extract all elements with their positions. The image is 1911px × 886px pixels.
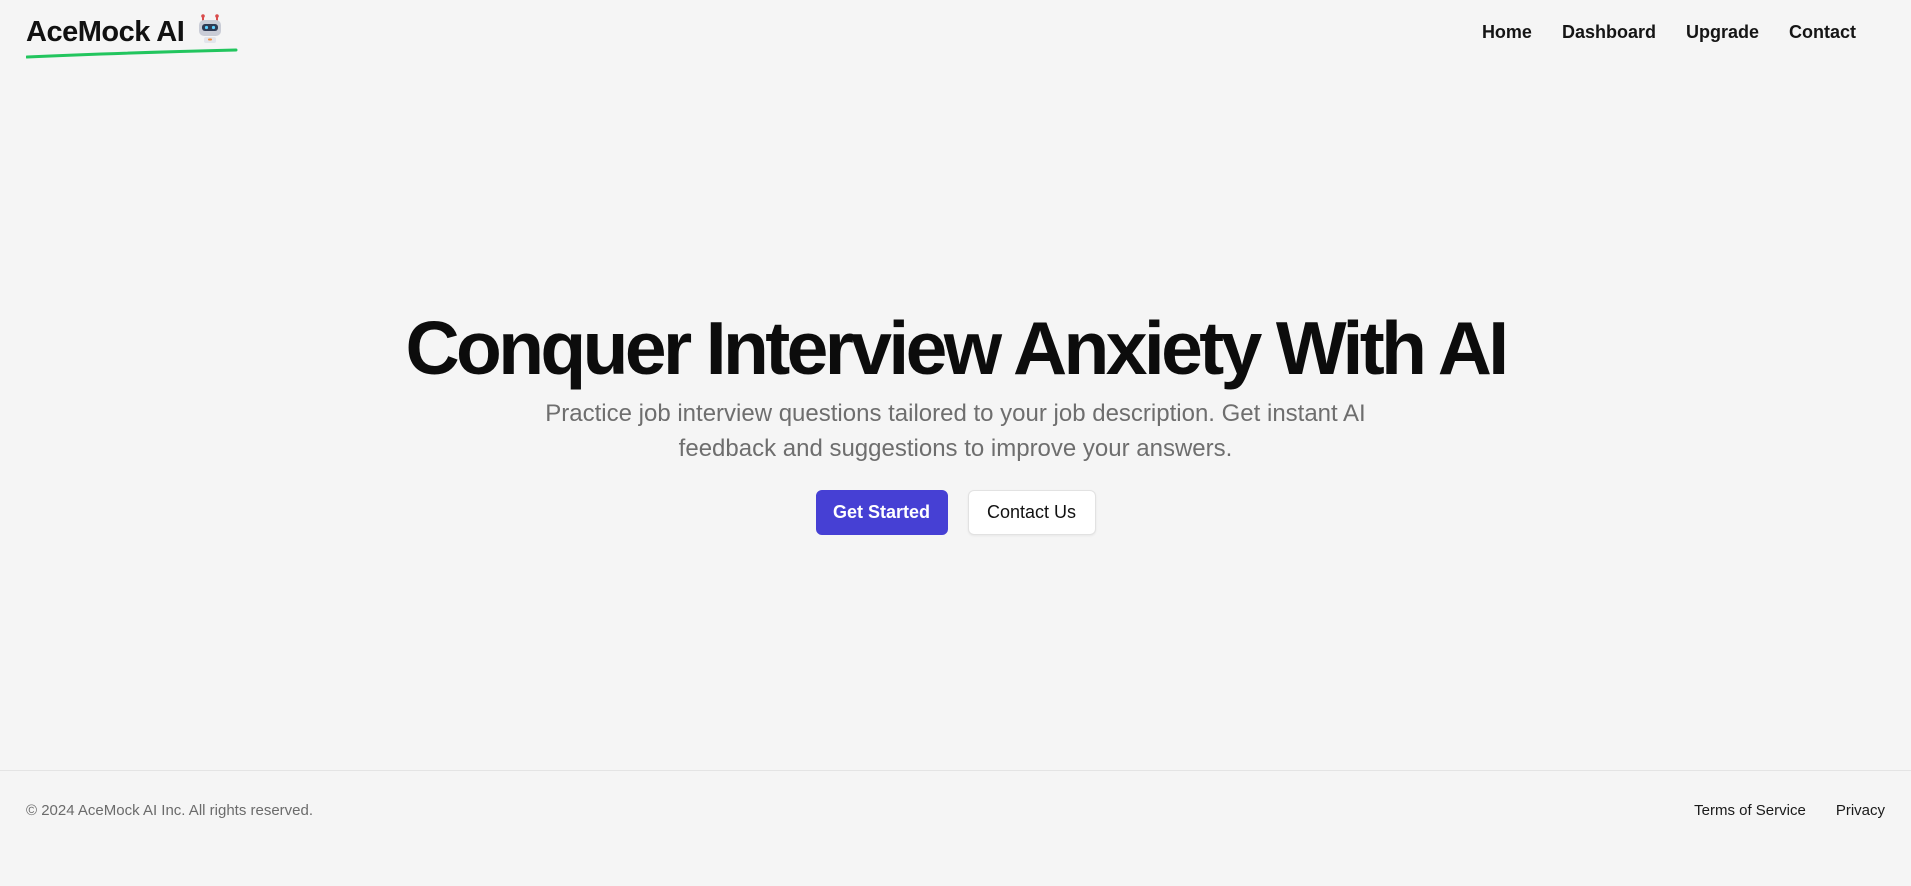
get-started-button[interactable]: Get Started [815,490,948,535]
hero-title: Conquer Interview Anxiety With AI [405,306,1509,390]
robot-icon [199,14,222,43]
privacy-link[interactable]: Privacy [1836,801,1885,821]
site-footer: © 2024 AceMock AI Inc. All rights reserv… [0,770,1911,886]
copyright-text: © 2024 AceMock AI Inc. All rights reserv… [26,802,314,819]
logo-link[interactable]: AceMock AI [26,12,238,59]
terms-of-service-link[interactable]: Terms of Service [1694,801,1806,821]
hero-subtitle: Practice job interview questions tailore… [545,400,1366,462]
hero-actions: Get Started Contact Us [0,490,1911,535]
hero-section: Conquer Interview Anxiety With AI Practi… [0,300,1911,535]
footer-links: Terms of Service Privacy [1694,801,1885,821]
main-nav: Home Dashboard Upgrade Contact [1482,20,1856,44]
nav-dashboard[interactable]: Dashboard [1562,20,1656,44]
logo-underline [26,48,238,59]
contact-us-button[interactable]: Contact Us [967,490,1096,535]
nav-upgrade[interactable]: Upgrade [1686,20,1759,44]
site-header: AceMock AI Home Dashboard Upgrade Contac… [0,0,1911,64]
nav-home[interactable]: Home [1482,20,1532,44]
nav-contact[interactable]: Contact [1789,20,1856,44]
logo-text: AceMock AI [26,16,185,48]
